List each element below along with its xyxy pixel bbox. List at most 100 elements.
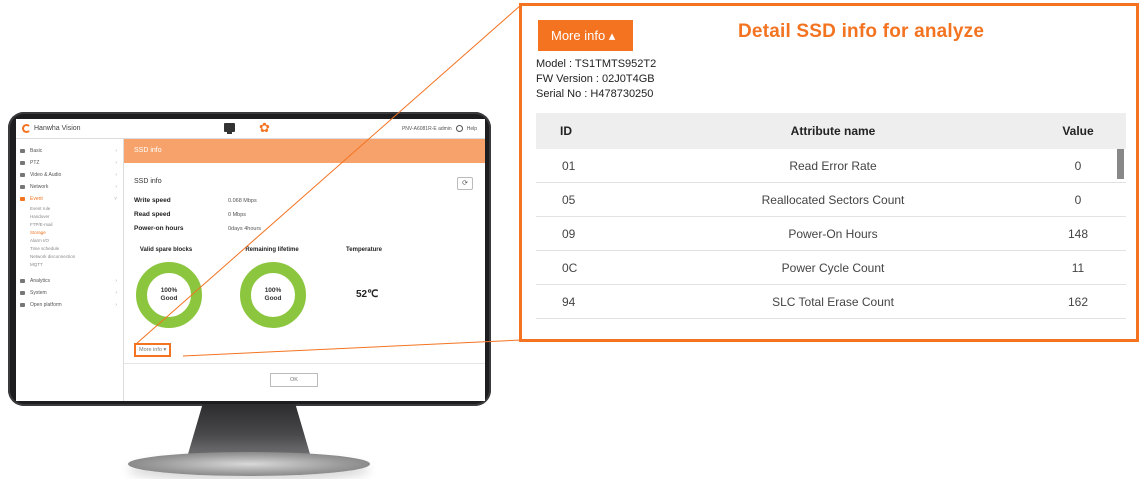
cell-attribute-name: SLC Total Erase Count: [772, 295, 894, 309]
sidebar-item-label: Event: [30, 196, 43, 202]
column-header-value: Value: [1062, 124, 1094, 138]
monitor-stand-neck: [188, 404, 310, 454]
monitor-screen: Hanwha Vision ✿ PNV-A6081R-E admin Help …: [16, 119, 485, 401]
chevron-right-icon: ›: [115, 160, 117, 166]
screen-header: Hanwha Vision ✿ PNV-A6081R-E admin Help: [16, 119, 485, 139]
table-row: 94 SLC Total Erase Count 162: [536, 285, 1126, 319]
help-label[interactable]: Help: [467, 126, 477, 132]
sidebar-sub-handover[interactable]: Handover: [16, 213, 123, 221]
sidebar-sub-alarm-io[interactable]: Alarm I/O: [16, 237, 123, 245]
cell-id: 94: [562, 295, 576, 309]
cell-value: 148: [1067, 227, 1089, 241]
table-header: ID Attribute name Value: [536, 113, 1126, 149]
more-info-button[interactable]: More info ▾: [134, 343, 172, 357]
remaining-lifetime-status: Good: [264, 295, 282, 302]
model-text: Model : TS1TMTS952T2: [536, 58, 657, 70]
detail-zoom-panel: More info ▴ Detail SSD info for analyze …: [519, 3, 1139, 342]
read-speed-row: Read speed 0 Mbps: [134, 211, 246, 218]
cell-attribute-name: Reallocated Sectors Count: [761, 193, 905, 207]
power-on-hours-label: Power-on hours: [134, 225, 184, 232]
event-icon: [20, 197, 25, 201]
analytics-icon: [20, 279, 25, 283]
cell-id: 01: [562, 159, 576, 173]
footer-divider: [124, 363, 485, 364]
cell-attribute-name: Power-On Hours: [788, 227, 878, 241]
remaining-lifetime-label: Remaining lifetime: [245, 247, 299, 253]
power-on-hours-value: 0days 4hours: [228, 226, 262, 232]
chevron-right-icon: ›: [115, 172, 117, 178]
chevron-right-icon: ›: [115, 184, 117, 190]
sidebar-item-system[interactable]: System ›: [16, 287, 123, 299]
header-user-text: PNV-A6081R-E admin: [401, 125, 452, 132]
temperature-label: Temperature: [346, 247, 382, 253]
screen-sidebar: Basic › PTZ › Video & Audio › Network › Even…: [16, 139, 124, 401]
ssd-info-panel: SSD info ⟳ Write speed 0.068 Mbps Read sp…: [124, 163, 485, 401]
cell-value: 162: [1067, 295, 1089, 309]
sidebar-item-video-audio[interactable]: Video & Audio ›: [16, 169, 123, 181]
chevron-down-icon: ˅: [114, 196, 117, 202]
cell-value: 0: [1074, 159, 1082, 173]
sidebar-item-basic[interactable]: Basic ›: [16, 145, 123, 157]
system-icon: [20, 291, 25, 295]
brand-logo: Hanwha Vision: [22, 124, 81, 133]
sidebar-item-label: PTZ: [30, 160, 40, 166]
detail-heading: Detail SSD info for analyze: [738, 21, 985, 42]
cell-id: 0C: [562, 261, 578, 275]
sidebar-item-network[interactable]: Network ›: [16, 181, 123, 193]
read-speed-label: Read speed: [134, 211, 171, 218]
temperature-value: 52℃: [356, 289, 379, 300]
cell-id: 05: [562, 193, 576, 207]
table-scrollbar[interactable]: [1117, 149, 1124, 179]
sidebar-item-ptz[interactable]: PTZ ›: [16, 157, 123, 169]
column-header-id: ID: [560, 124, 572, 138]
chevron-right-icon: ›: [115, 278, 117, 284]
valid-spare-blocks-percent: 100%: [160, 287, 178, 294]
refresh-button[interactable]: ⟳: [457, 177, 473, 190]
sidebar-item-open-platform[interactable]: Open platform ›: [16, 299, 123, 311]
page-title: SSD info: [124, 139, 485, 163]
basic-icon: [20, 149, 25, 153]
cell-attribute-name: Read Error Rate: [789, 159, 877, 173]
power-on-hours-row: Power-on hours 0days 4hours: [134, 225, 261, 232]
chevron-right-icon: ›: [115, 290, 117, 296]
sidebar-item-label: Basic: [30, 148, 43, 154]
remaining-lifetime-gauge: 100% Good: [240, 262, 306, 328]
column-header-attribute-name: Attribute name: [790, 124, 876, 138]
cell-attribute-name: Power Cycle Count: [781, 261, 885, 275]
live-view-monitor-icon[interactable]: [224, 123, 235, 134]
video-audio-icon: [20, 173, 25, 177]
fw-version-text: FW Version : 02J0T4GB: [536, 73, 655, 85]
sidebar-item-label: System: [30, 290, 47, 296]
open-platform-icon: [20, 303, 25, 307]
write-speed-label: Write speed: [134, 197, 171, 204]
chevron-right-icon: ›: [115, 302, 117, 308]
sidebar-sub-event-rule[interactable]: Event rule: [16, 205, 123, 213]
write-speed-value: 0.068 Mbps: [228, 198, 257, 204]
ssd-section-title: SSD info: [134, 178, 162, 185]
sidebar-sub-time-schedule[interactable]: Time schedule: [16, 245, 123, 253]
table-row: 0C Power Cycle Count 11: [536, 251, 1126, 285]
remaining-lifetime-percent: 100%: [264, 287, 282, 294]
detail-more-info-button[interactable]: More info ▴: [538, 20, 633, 51]
sidebar-item-label: Open platform: [30, 302, 62, 308]
table-row: 09 Power-On Hours 148: [536, 217, 1126, 251]
sidebar-item-label: Analytics: [30, 278, 51, 284]
cell-value: 11: [1071, 261, 1085, 275]
write-speed-row: Write speed 0.068 Mbps: [134, 197, 257, 204]
sidebar-sub-network-disconnection[interactable]: Network disconnection: [16, 253, 123, 261]
settings-gear-icon[interactable]: ✿: [259, 121, 270, 134]
sidebar-item-label: Network: [30, 184, 49, 190]
sidebar-sub-storage[interactable]: Storage: [16, 229, 123, 237]
ok-button[interactable]: OK: [270, 373, 318, 387]
monitor-stand-base: [128, 452, 370, 476]
sidebar-item-analytics[interactable]: Analytics ›: [16, 275, 123, 287]
serial-text: Serial No : H478730250: [536, 88, 654, 100]
sidebar-sub-ftp-email[interactable]: FTP/E-mail: [16, 221, 123, 229]
brand-logo-icon: [22, 124, 31, 133]
help-icon[interactable]: [455, 125, 463, 132]
table-row: 01 Read Error Rate 0: [536, 149, 1126, 183]
smart-attributes-table: ID Attribute name Value 01 Read Error Ra…: [536, 113, 1126, 319]
valid-spare-blocks-gauge: 100% Good: [136, 262, 202, 328]
sidebar-item-event[interactable]: Event ˅: [16, 193, 123, 205]
sidebar-sub-mqtt[interactable]: MQTT: [16, 261, 123, 269]
